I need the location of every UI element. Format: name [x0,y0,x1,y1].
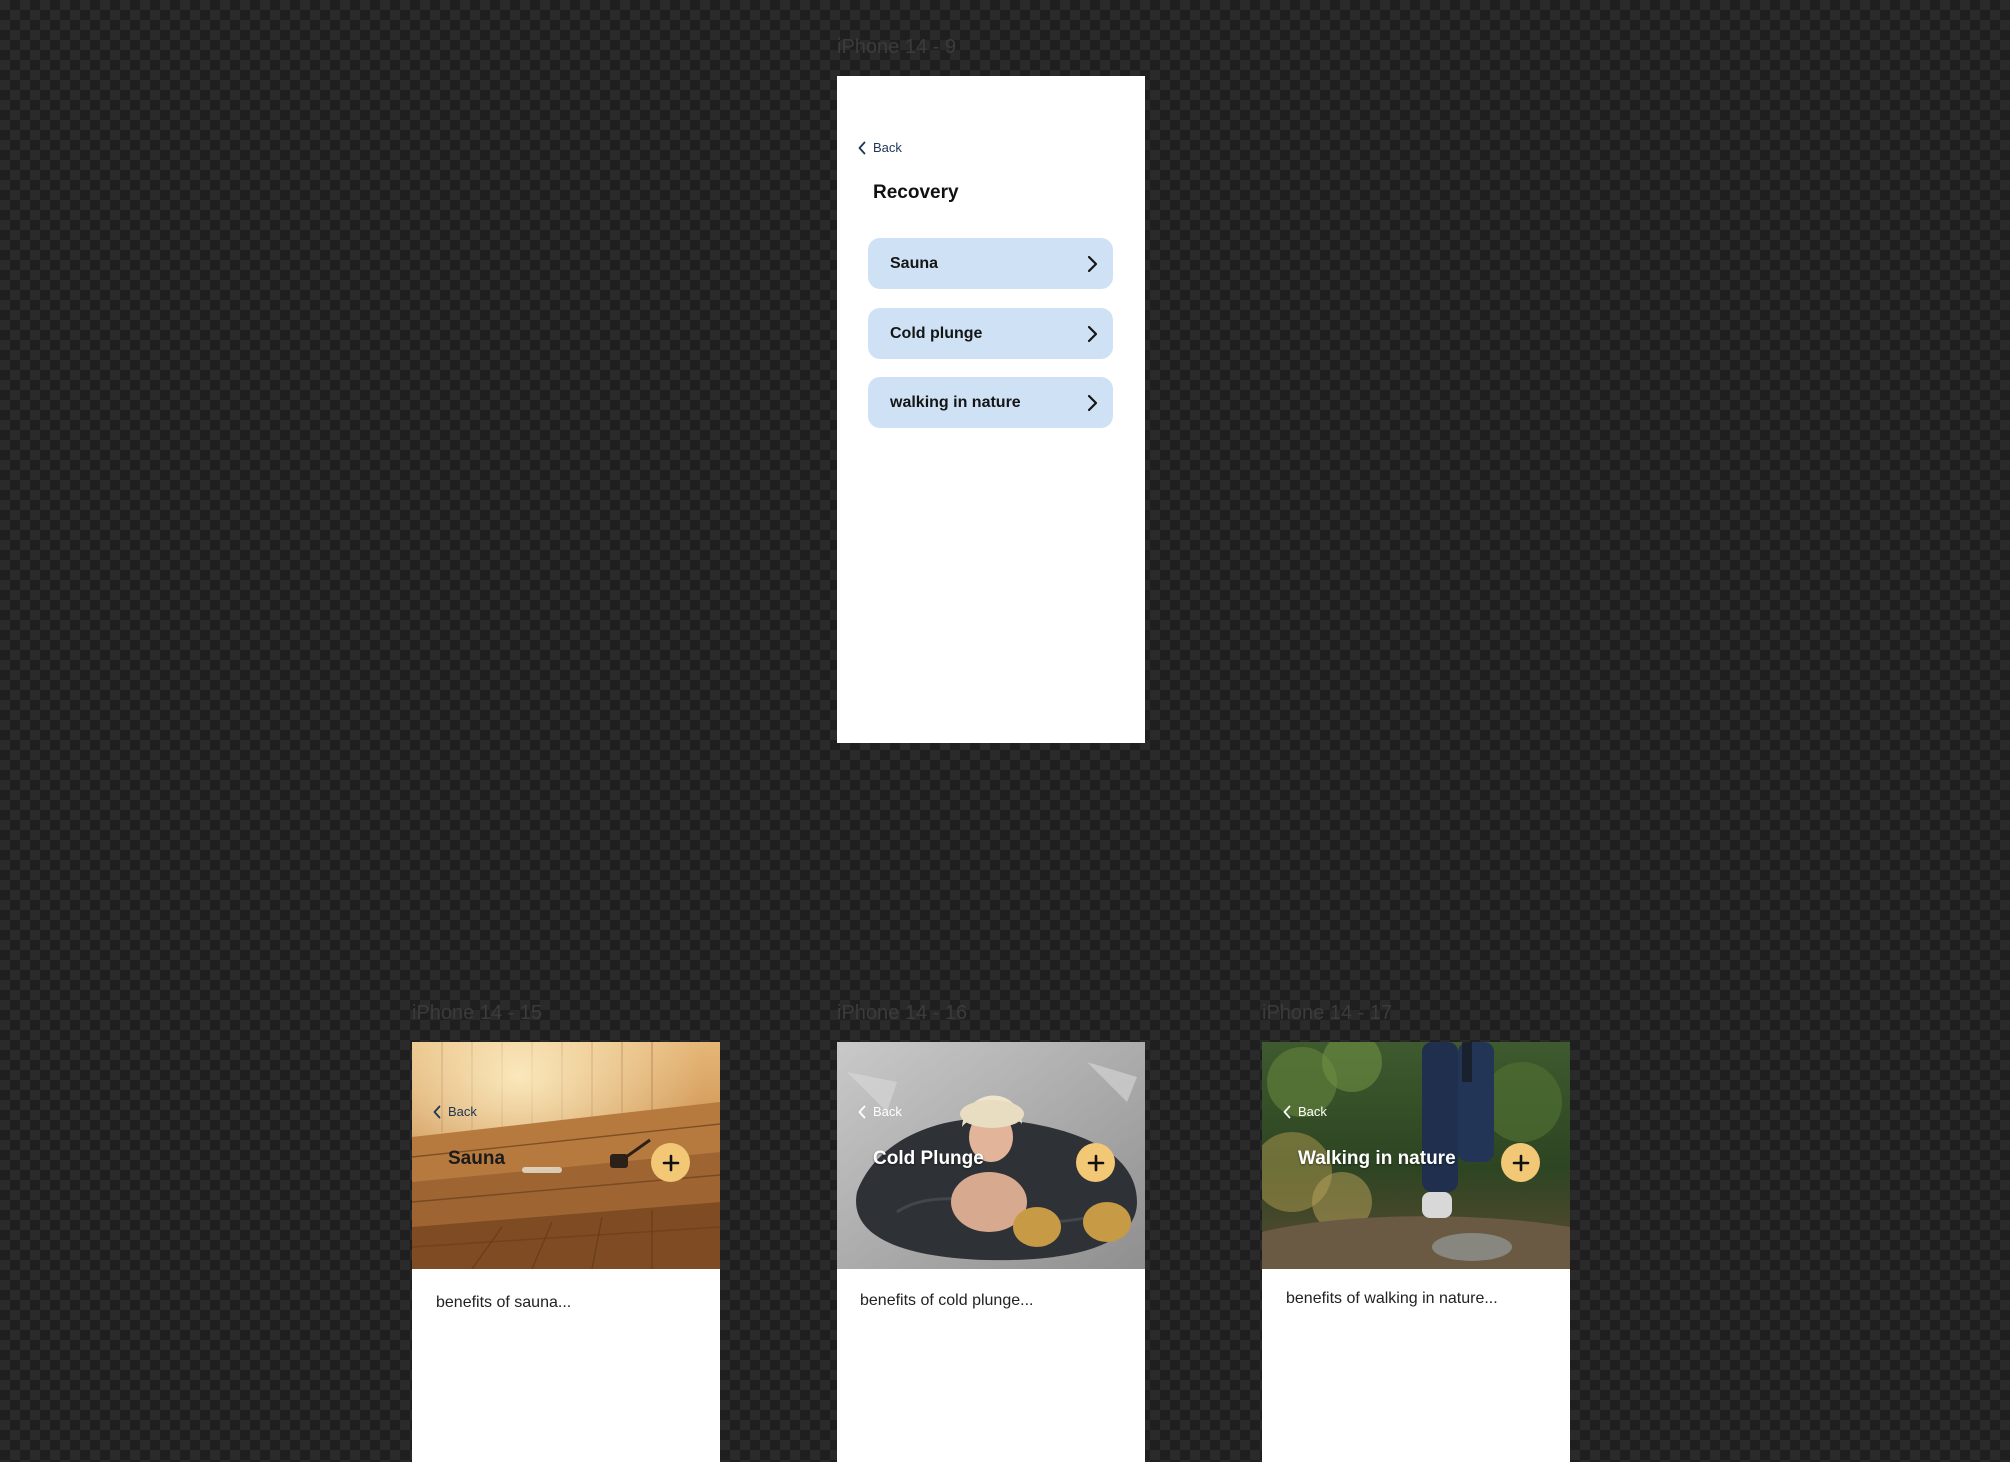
walking-in-nature-screen: Back Walking in nature benefits of walki… [1262,1042,1570,1462]
back-button[interactable]: Back [857,1104,902,1119]
list-item-cold-plunge[interactable]: Cold plunge [868,308,1113,359]
chevron-left-icon [433,1105,441,1118]
frame-label-main: iPhone 14 - 9 [837,36,956,58]
back-button[interactable]: Back [857,140,902,155]
list-item-walking-in-nature[interactable]: walking in nature [868,377,1113,428]
benefits-text: benefits of walking in nature... [1286,1290,1498,1307]
frame-label-nature: iPhone 14 - 17 [1262,1002,1393,1024]
frame-label-plunge: iPhone 14 - 16 [837,1002,968,1024]
recovery-screen: Back Recovery Sauna Cold plunge walking … [837,76,1145,743]
list-item-label: Sauna [890,254,939,272]
chevron-left-icon [858,1105,866,1118]
plus-icon [662,1154,679,1171]
benefits-text: benefits of cold plunge... [860,1292,1034,1309]
cold-plunge-screen: Back Cold Plunge benefits of cold plunge… [837,1042,1145,1462]
add-button[interactable] [651,1143,690,1182]
page-title: Walking in nature [1298,1148,1456,1169]
chevron-right-icon [1087,325,1098,342]
back-label: Back [1298,1104,1327,1119]
back-label: Back [448,1104,477,1119]
benefits-text: benefits of sauna... [436,1294,572,1311]
back-label: Back [873,1104,902,1119]
chevron-left-icon [858,141,866,154]
plus-icon [1087,1154,1104,1171]
chevron-right-icon [1087,394,1098,411]
page-title: Recovery [873,182,959,203]
list-item-label: Cold plunge [890,324,983,342]
back-button[interactable]: Back [432,1104,477,1119]
page-title: Sauna [448,1148,506,1169]
chevron-left-icon [1283,1105,1291,1118]
add-button[interactable] [1501,1143,1540,1182]
frame-label-sauna: iPhone 14 - 15 [412,1002,543,1024]
back-label: Back [873,140,902,155]
sauna-screen: Back Sauna benefits of sauna... [412,1042,720,1462]
add-button[interactable] [1076,1143,1115,1182]
chevron-right-icon [1087,255,1098,272]
list-item-label: walking in nature [890,393,1021,411]
page-title: Cold Plunge [873,1148,984,1169]
back-button[interactable]: Back [1282,1104,1327,1119]
plus-icon [1512,1154,1529,1171]
list-item-sauna[interactable]: Sauna [868,238,1113,289]
